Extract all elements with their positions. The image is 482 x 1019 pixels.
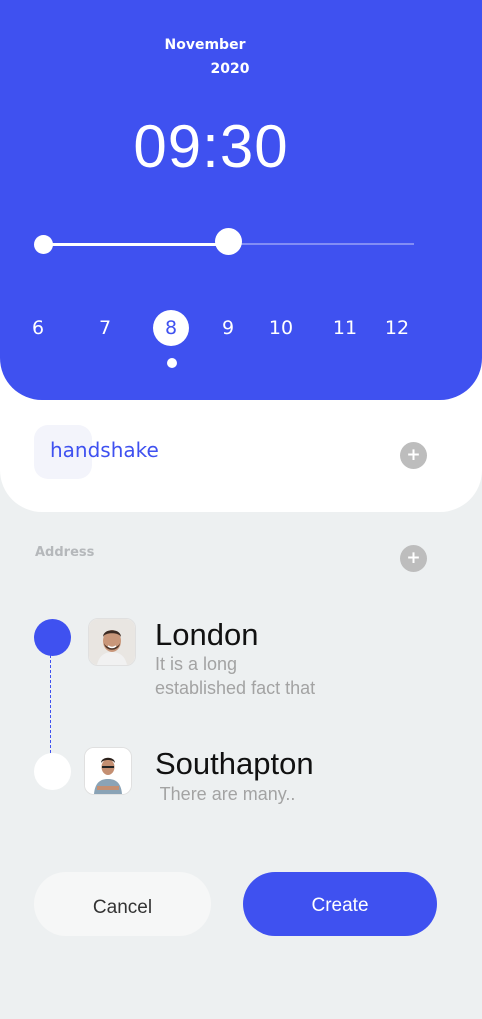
day-item[interactable]: 9	[222, 314, 234, 342]
cancel-button[interactable]: Cancel	[34, 872, 211, 936]
header-panel: November 2020 09:30 6 7 8 9 10 11 12	[0, 0, 482, 400]
add-address-button[interactable]: +	[400, 545, 427, 572]
timeline-dot-inactive[interactable]	[34, 753, 71, 790]
day-item[interactable]: 11	[333, 314, 357, 342]
avatar	[88, 618, 136, 666]
month-label: November	[164, 37, 246, 53]
day-item[interactable]: 12	[385, 314, 409, 342]
address-description: There are many..	[155, 784, 296, 804]
day-item[interactable]: 10	[269, 314, 293, 342]
address-description: It is a long	[155, 654, 238, 674]
day-item[interactable]: 7	[99, 314, 111, 342]
tag-chip-label[interactable]: handshake	[50, 438, 159, 462]
time-slider-start-handle[interactable]	[34, 235, 53, 254]
avatar	[84, 747, 132, 795]
address-city[interactable]: Southapton	[155, 746, 314, 782]
year-label: 2020	[210, 61, 250, 77]
address-description: established fact that	[155, 678, 316, 698]
time-slider-fill	[44, 243, 229, 246]
time-display[interactable]: 09:30	[0, 112, 422, 181]
address-city[interactable]: London	[155, 617, 258, 653]
day-item-selected[interactable]: 8	[153, 310, 189, 346]
time-slider-handle[interactable]	[215, 228, 242, 255]
address-label: Address	[35, 545, 95, 560]
day-item[interactable]: 6	[32, 314, 44, 342]
avatar-man-beard-icon	[89, 619, 135, 665]
timeline-dot-active[interactable]	[34, 619, 71, 656]
create-button[interactable]: Create	[243, 872, 437, 936]
selected-day-indicator	[167, 358, 177, 368]
add-tag-button[interactable]: +	[400, 442, 427, 469]
avatar-man-arms-crossed-icon	[85, 748, 131, 794]
timeline-connector	[50, 655, 51, 753]
day-selector: 6 7 8 9 10 11 12	[0, 310, 482, 346]
